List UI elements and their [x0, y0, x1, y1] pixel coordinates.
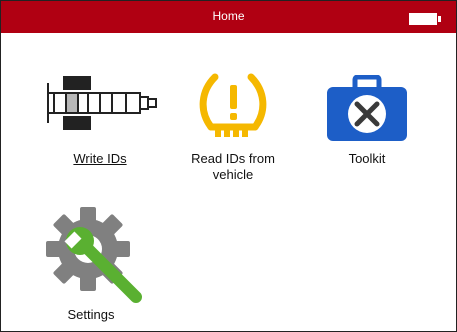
settings-label: Settings — [67, 307, 115, 322]
tpms-warning-icon — [199, 73, 267, 137]
toolkit-label: Toolkit — [348, 151, 386, 166]
page-title: Home — [212, 9, 245, 23]
battery-icon — [409, 13, 437, 25]
toolbox-icon — [327, 75, 407, 141]
read-ids-tile[interactable]: Read IDs from vehicle — [173, 71, 293, 186]
write-ids-tile[interactable]: Write IDs — [35, 71, 165, 171]
title-bar: Home — [1, 1, 456, 33]
axle-icon — [47, 76, 157, 130]
battery-tip-icon — [438, 16, 441, 22]
app-window: Home Write IDs Read IDs from vehicle Too… — [0, 0, 457, 332]
write-ids-label: Write IDs — [73, 151, 127, 166]
settings-tile[interactable]: Settings — [41, 207, 142, 325]
toolkit-tile[interactable]: Toolkit — [317, 71, 417, 171]
gear-wrench-icon — [46, 207, 142, 303]
read-ids-label: Read IDs from vehicle — [191, 151, 275, 182]
